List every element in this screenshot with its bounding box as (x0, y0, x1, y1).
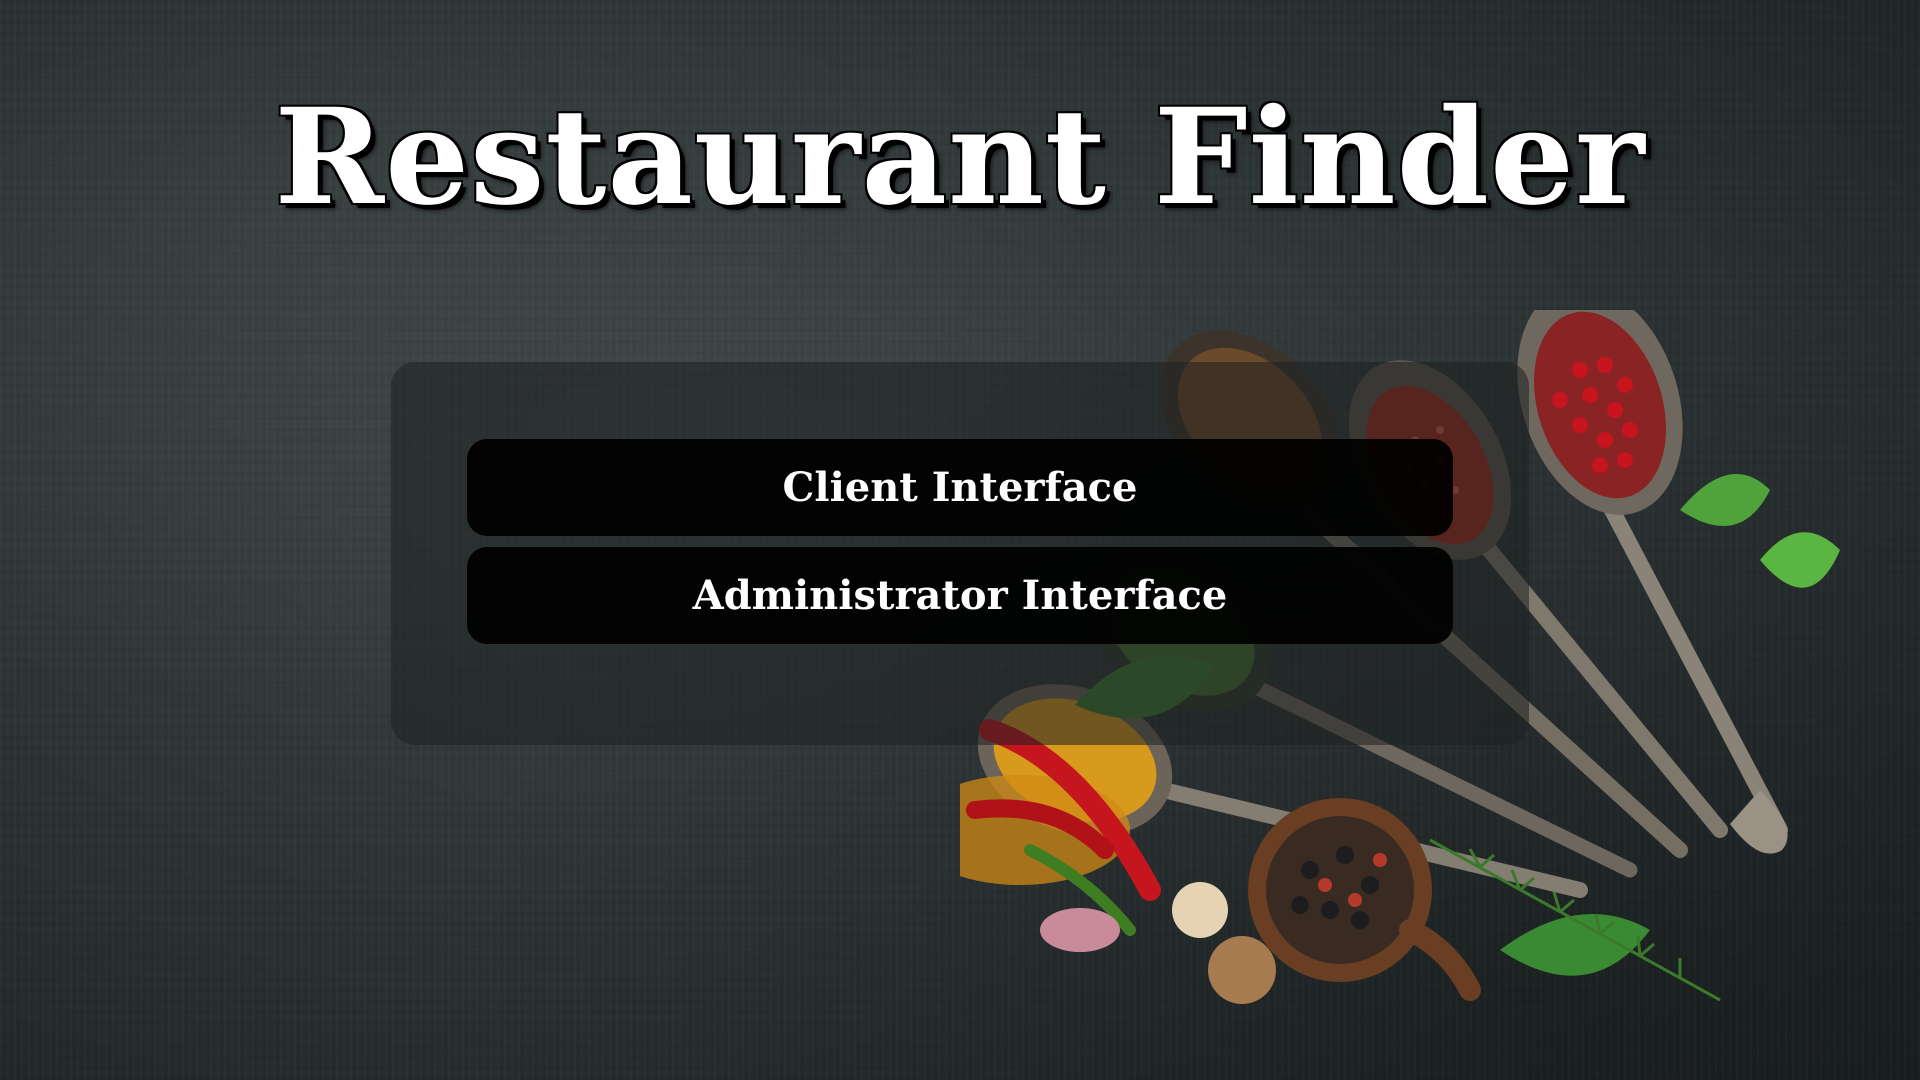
nutmeg (1208, 936, 1276, 1004)
app-title: Restaurant Finder (274, 80, 1646, 235)
garlic-clove (1040, 908, 1120, 952)
peppercorn-bowl (1248, 798, 1481, 1001)
bay-leaf (1500, 914, 1650, 976)
nutmeg (1172, 882, 1228, 938)
spoon-red-peppercorns (1517, 310, 1788, 854)
basil-leaf (1760, 532, 1840, 588)
basil-leaf (1680, 474, 1770, 526)
administrator-interface-button[interactable]: Administrator Interface (467, 547, 1453, 644)
client-interface-button[interactable]: Client Interface (467, 439, 1453, 536)
